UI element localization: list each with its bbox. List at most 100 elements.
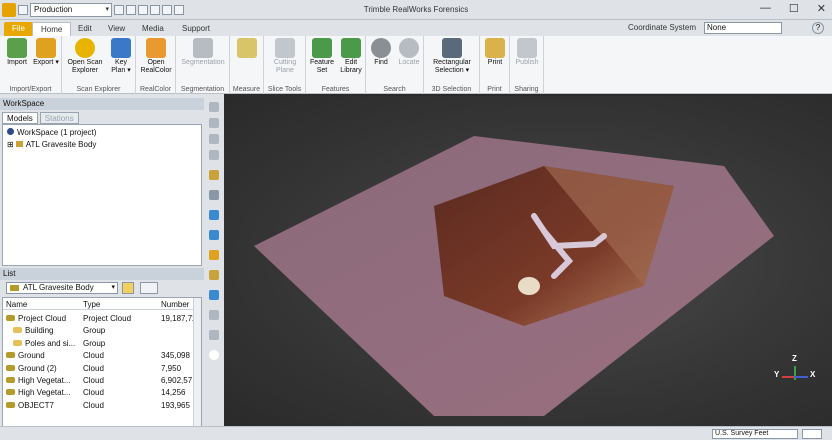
list-table: Name Type Number Project Cloud Project Cl… xyxy=(2,297,202,439)
table-row[interactable]: Project Cloud Project Cloud 19,187,72 xyxy=(3,312,193,324)
view-tool-4-icon[interactable] xyxy=(209,150,219,160)
tree-project[interactable]: ⊞ ATL Gravesite Body xyxy=(7,140,96,149)
tab-view[interactable]: View xyxy=(100,22,133,36)
skull xyxy=(518,277,540,295)
locate-button[interactable]: Locate xyxy=(396,38,422,67)
list-title: List xyxy=(0,268,204,280)
rectangular-selection-button[interactable]: Rectangular Selection ▾ xyxy=(426,38,478,75)
row-name: Ground (2) xyxy=(18,363,57,373)
export-icon xyxy=(36,38,56,58)
list-scrollbar[interactable] xyxy=(193,298,201,438)
table-row[interactable]: Ground (2) Cloud 7,950 xyxy=(3,362,193,374)
coordinate-system-select[interactable]: None xyxy=(704,22,782,34)
view-tool-10-icon[interactable] xyxy=(209,270,219,280)
units-select[interactable]: U.S. Survey Feet xyxy=(712,429,798,439)
table-row[interactable]: OBJECT7 Cloud 193,965 xyxy=(3,399,193,411)
edit-library-button[interactable]: Edit Library xyxy=(337,38,365,75)
publish-button[interactable]: Publish xyxy=(512,38,542,67)
view-tool-14-icon[interactable] xyxy=(209,350,219,360)
view-tool-9-icon[interactable] xyxy=(209,250,219,260)
open-realcolor-button[interactable]: Open RealColor xyxy=(138,38,174,75)
cutting-plane-icon xyxy=(275,38,295,58)
project-icon xyxy=(15,141,23,147)
axis-x-label: X xyxy=(810,370,816,379)
table-row[interactable]: High Vegetat... Cloud 14,256 xyxy=(3,386,193,398)
binoculars-icon xyxy=(371,38,391,58)
title-bar: Production ▾ Trimble RealWorks Forensics … xyxy=(0,0,832,20)
key-plan-button[interactable]: Key Plan ▾ xyxy=(108,38,134,75)
col-type[interactable]: Type xyxy=(83,300,100,309)
view-tool-6-icon[interactable] xyxy=(209,190,219,200)
row-type: Cloud xyxy=(83,351,104,361)
workspace-title: WorkSpace xyxy=(0,98,204,110)
open-scan-explorer-button[interactable]: Open Scan Explorer xyxy=(64,38,106,75)
print-button[interactable]: Print xyxy=(482,38,508,67)
cloud-icon xyxy=(6,389,15,396)
view-tool-2-icon[interactable] xyxy=(209,118,219,128)
export-button[interactable]: Export ▾ xyxy=(32,38,60,67)
cloud-icon xyxy=(6,377,15,383)
segmentation-button[interactable]: Segmentation xyxy=(178,38,228,67)
row-name: High Vegetat... xyxy=(18,376,71,385)
segmentation-icon xyxy=(193,38,213,58)
tab-file[interactable]: File xyxy=(4,22,33,36)
group-print: Print Print xyxy=(480,36,510,94)
table-row[interactable]: Ground Cloud 345,098 xyxy=(3,349,193,361)
view-mode-button[interactable] xyxy=(140,282,158,294)
measure-button[interactable] xyxy=(232,38,262,59)
row-number: 6,902,57 xyxy=(161,376,193,385)
view-tool-12-icon[interactable] xyxy=(209,310,219,320)
3d-viewport[interactable]: Z Y X xyxy=(224,96,832,426)
import-button[interactable]: Import xyxy=(4,38,30,67)
col-name[interactable]: Name xyxy=(6,300,27,309)
expand-icon[interactable]: ⊞ xyxy=(7,140,14,149)
row-type: Project Cloud xyxy=(83,314,132,323)
tab-media[interactable]: Media xyxy=(134,22,172,36)
list-source-select[interactable]: ATL Gravesite Body ▾ xyxy=(6,282,118,294)
cutting-plane-button[interactable]: Cutting Plane xyxy=(266,38,304,75)
table-row[interactable]: High Vegetat... Cloud 6,902,57 xyxy=(3,374,193,386)
window-title: Trimble RealWorks Forensics xyxy=(363,5,469,14)
tree-root[interactable]: WorkSpace (1 project) xyxy=(7,128,96,137)
tab-support[interactable]: Support xyxy=(174,22,218,36)
table-row[interactable]: Building Group xyxy=(3,324,193,336)
tab-edit[interactable]: Edit xyxy=(70,22,100,36)
tab-home[interactable]: Home xyxy=(32,22,72,36)
minimize-button[interactable]: — xyxy=(760,2,771,15)
chevron-down-icon: ▾ xyxy=(111,284,115,291)
view-tool-5-icon[interactable] xyxy=(209,170,219,180)
view-toolbar xyxy=(205,100,223,370)
row-type: Cloud xyxy=(83,363,104,373)
cloud-icon xyxy=(6,401,15,408)
folder-up-button[interactable] xyxy=(122,282,134,294)
view-tool-7-icon[interactable] xyxy=(209,210,219,220)
view-tool-8-icon[interactable] xyxy=(209,230,219,240)
scan-explorer-icon xyxy=(75,38,95,58)
row-name: Poles and si... xyxy=(25,338,76,348)
tab-stations[interactable]: Stations xyxy=(39,112,79,124)
maximize-button[interactable]: ☐ xyxy=(789,2,799,15)
col-number[interactable]: Number xyxy=(161,300,189,309)
close-button[interactable]: ✕ xyxy=(817,2,826,15)
status-bar: U.S. Survey Feet xyxy=(0,426,832,440)
feature-set-button[interactable]: Feature Set xyxy=(308,38,336,75)
status-mini-button[interactable] xyxy=(802,429,822,439)
cloud-icon xyxy=(6,315,15,321)
app-window: { "titlebar": { "project_select": "Produ… xyxy=(0,0,832,440)
view-tool-11-icon[interactable] xyxy=(209,290,219,300)
tab-models[interactable]: Models xyxy=(2,112,38,124)
view-tool-1-icon[interactable] xyxy=(209,102,219,112)
table-row[interactable]: Poles and si... Group xyxy=(3,337,193,349)
cloud-icon xyxy=(6,352,15,359)
row-number: 345,098 xyxy=(161,351,190,361)
row-type: Cloud xyxy=(83,400,104,410)
find-button[interactable]: Find xyxy=(368,38,394,67)
ribbon-tab-row: File Home Edit View Media Support Coordi… xyxy=(0,20,832,36)
group-scan-explorer: Open Scan Explorer Key Plan ▾ Scan Explo… xyxy=(62,36,136,94)
view-tool-13-icon[interactable] xyxy=(209,330,219,340)
help-icon[interactable]: ? xyxy=(812,22,824,34)
view-tool-3-icon[interactable] xyxy=(209,134,219,144)
row-name: OBJECT7 xyxy=(18,400,55,410)
axis-z-label: Z xyxy=(792,354,797,363)
row-name: Project Cloud xyxy=(18,314,67,323)
